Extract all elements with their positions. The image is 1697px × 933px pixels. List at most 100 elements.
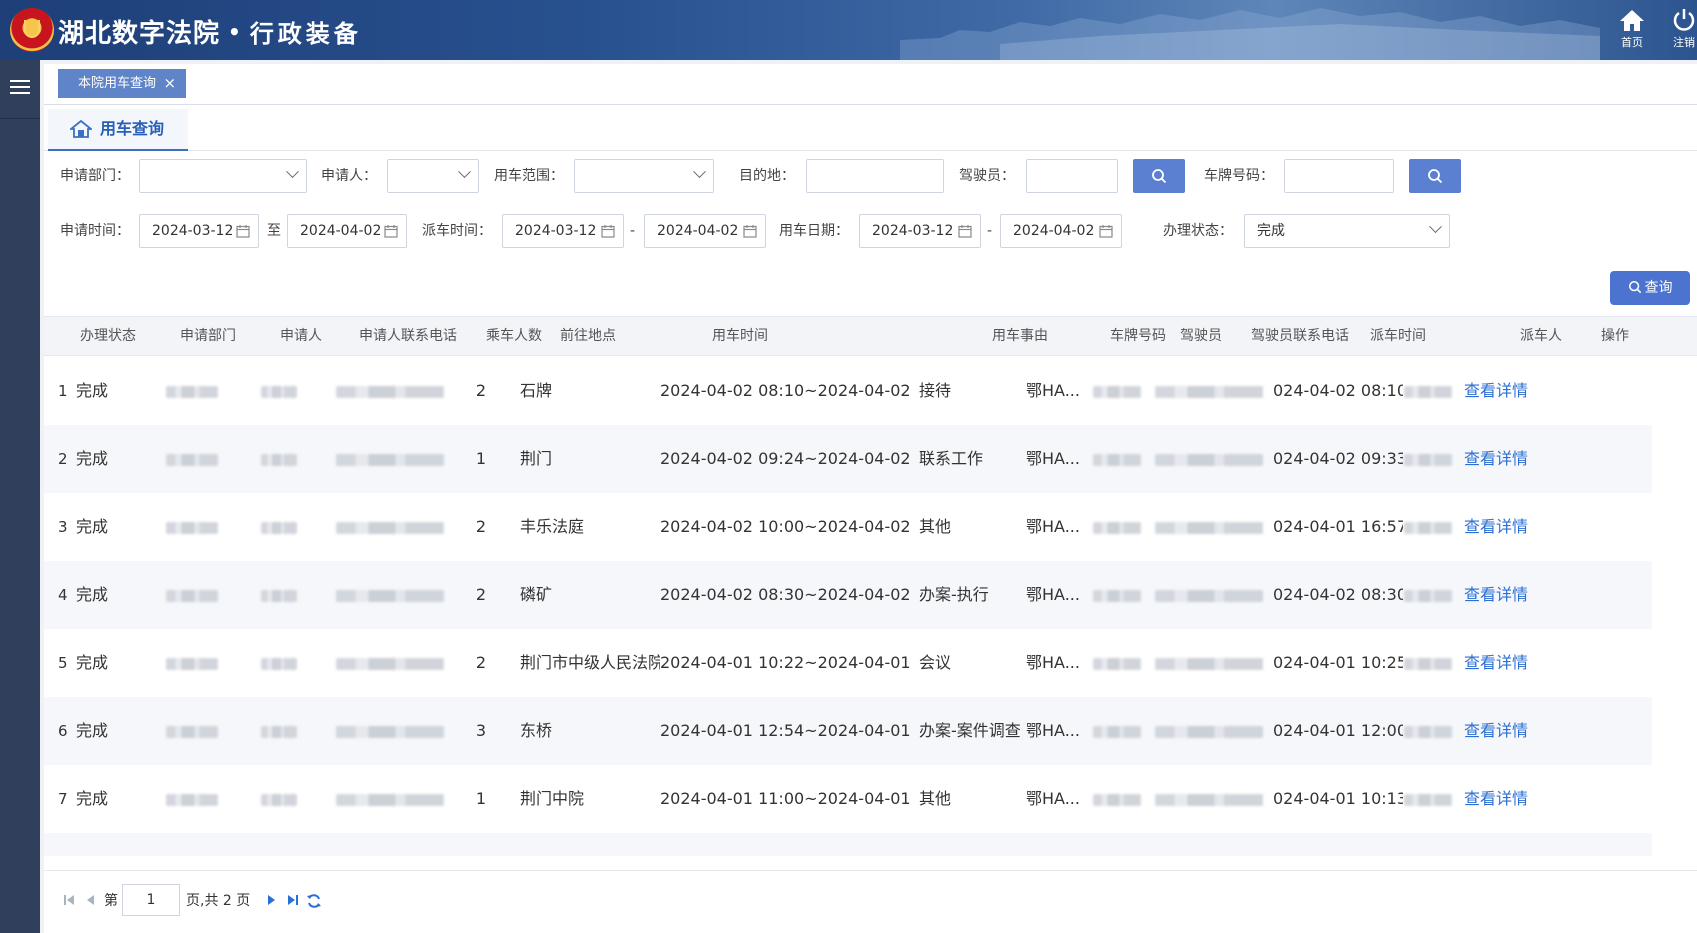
col-status[interactable]: 办理状态 [80, 317, 136, 355]
driver-search-button[interactable] [1133, 159, 1185, 193]
last-page-icon[interactable] [286, 893, 300, 907]
table-row[interactable]: 1 完成 2 石牌 2024-04-02 08:10~2024-04-02 1... 接待… [44, 357, 1652, 425]
col-applicant[interactable]: 申请人 [280, 317, 322, 355]
dept-cell-redacted [166, 726, 218, 738]
apply-time-to[interactable]: 2024-04-02 [287, 214, 407, 248]
table-row[interactable]: 2 完成 1 荆门 2024-04-02 09:24~2024-04-02 1... 联系… [44, 425, 1652, 493]
view-details-link[interactable]: 查看详情 [1464, 629, 1544, 697]
use-date-to[interactable]: 2024-04-02 [1000, 214, 1122, 248]
col-reason[interactable]: 用车事由 [992, 317, 1048, 355]
dispatch-time-to-value: 2024-04-02 [657, 223, 739, 239]
reason-cell: 会议 [919, 653, 952, 672]
dispatch-time-to[interactable]: 2024-04-02 [644, 214, 766, 248]
destination-input[interactable] [806, 159, 944, 193]
view-details-link[interactable]: 查看详情 [1464, 833, 1544, 856]
use-date-from[interactable]: 2024-03-12 [859, 214, 981, 248]
driver-input[interactable] [1026, 159, 1118, 193]
table-row[interactable]: 7 完成 1 荆门中院 2024-04-01 11:00~2024-04-01 1...… [44, 765, 1652, 833]
use-date-label: 用车日期： [779, 223, 849, 239]
search-icon [1628, 280, 1641, 294]
menu-toggle-icon[interactable] [8, 76, 32, 100]
chevron-down-icon [1429, 220, 1442, 234]
page-number-input[interactable]: 1 [122, 884, 180, 916]
power-icon [1673, 9, 1695, 31]
col-dispatcher[interactable]: 派车人 [1520, 317, 1562, 355]
plate-search-button[interactable] [1409, 159, 1461, 193]
refresh-icon[interactable] [306, 893, 322, 909]
dispatch-time-from[interactable]: 2024-03-12 [502, 214, 624, 248]
view-details-link[interactable]: 查看详情 [1464, 765, 1544, 833]
query-button[interactable]: 查询 [1610, 271, 1690, 305]
table-row[interactable]: 3 完成 2 丰乐法庭 2024-04-02 10:00~2024-04-02 1...… [44, 493, 1652, 561]
col-driver-phone[interactable]: 驾驶员联系电话 [1251, 317, 1349, 355]
home-button[interactable]: 首页 [1612, 8, 1652, 50]
col-plate[interactable]: 车牌号码 [1110, 317, 1166, 355]
use-time-cell: 2024-03-29 14:30~2024-03-29 1... [660, 833, 916, 856]
plate-input[interactable] [1284, 159, 1394, 193]
dispatch-time-cell: 024-04-02 08:30 [1273, 585, 1403, 604]
subtab-vehicle-query[interactable]: 用车查询 [48, 109, 188, 151]
driver-cell-redacted [1093, 454, 1141, 466]
plate-cell: 鄂HA... [1026, 449, 1080, 468]
row-index: 5 [58, 654, 68, 672]
view-details-link[interactable]: 查看详情 [1464, 357, 1544, 425]
applicant-cell-redacted [261, 658, 297, 670]
col-dept[interactable]: 申请部门 [180, 317, 236, 355]
col-destination[interactable]: 前往地点 [560, 317, 616, 355]
plate-cell: 鄂HA... [1026, 517, 1080, 536]
applicant-select[interactable] [387, 159, 479, 193]
col-dispatch-time[interactable]: 派车时间 [1370, 317, 1426, 355]
dispatch-time-cell: 024-04-01 12:00 [1273, 721, 1403, 740]
status-select[interactable]: 完成 [1244, 214, 1450, 248]
table-row[interactable]: 8完成 3 湖北武汉2024-03-29 14:30~2024-03-29 1...… [44, 833, 1652, 856]
prev-page-icon[interactable] [84, 893, 96, 907]
col-use-time[interactable]: 用车时间 [712, 317, 768, 355]
row-index: 4 [58, 586, 68, 604]
apply-time-from-value: 2024-03-12 [152, 223, 234, 239]
applicant-phone-redacted [336, 386, 444, 398]
row-index: 6 [58, 722, 68, 740]
col-passengers[interactable]: 乘车人数 [486, 317, 542, 355]
apply-time-from[interactable]: 2024-03-12 [139, 214, 259, 248]
home-label: 首页 [1621, 36, 1643, 49]
row-index: 7 [58, 790, 68, 808]
home-icon [1620, 10, 1644, 31]
tab-bar: 本院用车查询 × [44, 64, 1697, 105]
status-cell: 完成 [76, 833, 136, 856]
col-applicant-phone[interactable]: 申请人联系电话 [359, 317, 457, 355]
dispatch-time-cell: 024-04-02 08:10 [1273, 381, 1403, 400]
view-details-link[interactable]: 查看详情 [1464, 561, 1544, 629]
dept-select[interactable] [139, 159, 307, 193]
next-page-icon[interactable] [266, 893, 278, 907]
applicant-cell-redacted [261, 522, 297, 534]
driver-phone-redacted [1155, 386, 1263, 398]
logout-button[interactable]: 注销 [1664, 8, 1697, 50]
pager-prefix: 第 [104, 893, 118, 909]
home-outline-icon [70, 120, 92, 138]
tab-vehicle-query[interactable]: 本院用车查询 × [58, 69, 187, 98]
destination-cell: 磷矿 [520, 585, 553, 604]
destination-cell: 东桥 [520, 721, 553, 740]
applicant-phone-redacted [336, 590, 444, 602]
applicant-phone-redacted [336, 658, 444, 670]
view-details-link[interactable]: 查看详情 [1464, 493, 1544, 561]
use-time-cell: 2024-04-02 08:30~2024-04-02 1... [660, 585, 916, 604]
view-details-link[interactable]: 查看详情 [1464, 697, 1544, 765]
table-row[interactable]: 5 完成 2 荆门市中级人民法院 2024-04-01 10:22~2024-04-01… [44, 629, 1652, 697]
driver-cell-redacted [1093, 590, 1141, 602]
scope-select[interactable] [574, 159, 714, 193]
tab-close-icon[interactable]: × [163, 69, 176, 98]
applicant-phone-redacted [336, 794, 444, 806]
plate-cell: 鄂HA... [1026, 721, 1080, 740]
driver-cell-redacted [1093, 522, 1141, 534]
first-page-icon[interactable] [62, 893, 76, 907]
filter-row-1: 申请部门： 申请人： 用车范围： 目的地： 驾驶员： 车牌号码： [44, 151, 1697, 201]
table-row[interactable]: 4 完成 2 磷矿 2024-04-02 08:30~2024-04-02 1... 办案… [44, 561, 1652, 629]
col-driver[interactable]: 驾驶员 [1180, 317, 1222, 355]
table-row[interactable]: 6 完成 3 东桥 2024-04-01 12:54~2024-04-01 1... 办案… [44, 697, 1652, 765]
applicant-cell-redacted [261, 726, 297, 738]
plate-cell: 鄂HA... [1026, 585, 1080, 604]
view-details-link[interactable]: 查看详情 [1464, 425, 1544, 493]
status-cell: 完成 [76, 381, 109, 400]
apply-time-to-value: 2024-04-02 [300, 223, 382, 239]
